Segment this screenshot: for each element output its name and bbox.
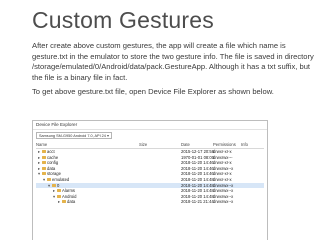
file-name-label: 0 (57, 182, 60, 188)
file-name-label: data (47, 165, 56, 171)
permissions-cell: drwxrwx--x (213, 199, 234, 205)
explorer-window-title: Device File Explorer (33, 121, 267, 130)
slide-title: Custom Gestures (32, 7, 214, 33)
chevron-down-icon: ▾ (106, 133, 109, 138)
folder-icon (62, 200, 66, 204)
file-name-label: cache (47, 154, 59, 160)
folder-icon (42, 172, 46, 176)
file-name-cell: ▸ data (36, 199, 75, 205)
table-header: Name Size Date Permissions Info (36, 141, 264, 149)
slide: Custom Gestures After create above custo… (0, 0, 320, 240)
file-name-label: config (47, 160, 59, 166)
file-name-label: storage (47, 171, 61, 177)
file-tree-rows: ▸ acct 2015-12-17 20:58 drwxr-xr-x ▸ cache 197… (36, 149, 264, 205)
slide-body: After create above custom gestures, the … (32, 41, 316, 98)
file-name-label: emulated (52, 176, 70, 182)
file-name-label: acct (47, 149, 55, 154)
table-row[interactable]: ▸ data 2018-11-21 21:44 drwxrwx--x (36, 199, 264, 205)
device-selector-label: Samsung SM-G950 Android 7.0, API 24 (39, 133, 106, 138)
folder-icon (42, 155, 46, 159)
folder-icon (42, 161, 46, 165)
paragraph-2: To get above gesture.txt file, open Devi… (32, 87, 274, 96)
device-file-explorer-screenshot: Device File Explorer Samsung SM-G950 And… (32, 120, 268, 240)
folder-icon (47, 178, 51, 182)
file-name-label: Android (62, 193, 77, 199)
folder-icon (52, 183, 56, 187)
column-header-permissions[interactable]: Permissions (213, 141, 236, 148)
date-cell: 2018-11-21 21:44 (181, 199, 214, 205)
folder-icon (42, 150, 46, 154)
column-header-name[interactable]: Name (36, 141, 47, 148)
column-header-size[interactable]: Size (139, 141, 147, 148)
file-tree-table: Name Size Date Permissions Info ▸ acct 201… (36, 141, 264, 205)
folder-icon (57, 189, 61, 193)
device-selector[interactable]: Samsung SM-G950 Android 7.0, API 24 ▾ (36, 132, 112, 139)
folder-icon (57, 194, 61, 198)
folder-icon (42, 166, 46, 170)
paragraph-1: After create above custom gestures, the … (32, 41, 314, 82)
column-header-info[interactable]: Info (241, 141, 248, 148)
file-name-label: data (67, 199, 76, 205)
file-name-label: Alarms (62, 188, 76, 194)
column-header-date[interactable]: Date (181, 141, 190, 148)
